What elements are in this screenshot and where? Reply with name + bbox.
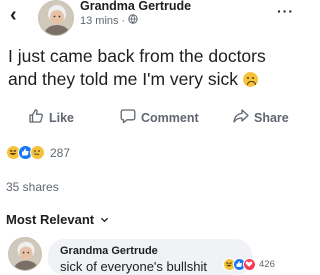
sad-face-icon	[242, 72, 258, 87]
post-author[interactable]: Grandma Gertrude	[80, 0, 191, 13]
like-label: Like	[49, 110, 75, 125]
post-text: I just came back from the doctors and th…	[8, 45, 296, 91]
sad-icon	[30, 145, 45, 160]
comment-reaction-count: 426	[259, 259, 275, 270]
share-count[interactable]: 35 shares	[6, 180, 59, 194]
avatar[interactable]	[38, 0, 74, 36]
post-body: I just came back from the doctors and th…	[8, 46, 266, 89]
reactions-summary[interactable]: 287	[6, 145, 70, 160]
like-button[interactable]: Like	[28, 108, 74, 127]
comment-sort-label: Most Relevant	[6, 212, 95, 227]
comment-icon	[120, 108, 136, 127]
comment-text: sick of everyone's bullshit	[60, 259, 207, 274]
post-header: ‹ Grandma Gertrude 13 mins · ···	[0, 0, 300, 40]
globe-icon	[128, 14, 138, 27]
chevron-down-icon	[100, 212, 109, 227]
love-icon	[243, 258, 256, 271]
share-button[interactable]: Share	[233, 108, 289, 127]
chevron-left-icon[interactable]: ‹	[10, 5, 17, 25]
comment-avatar[interactable]	[8, 237, 42, 271]
comment-label: Comment	[141, 110, 199, 125]
meta-separator: ·	[121, 14, 126, 27]
reaction-count: 287	[50, 145, 71, 160]
share-arrow-icon	[233, 108, 249, 127]
share-label: Share	[254, 110, 289, 125]
more-dots-icon[interactable]: ···	[277, 3, 294, 19]
post-time[interactable]: 13 mins	[80, 15, 119, 27]
comment-author[interactable]: Grandma Gertrude	[60, 245, 158, 257]
action-bar: Like Comment Share	[0, 108, 300, 130]
comment-button[interactable]: Comment	[120, 108, 199, 127]
comment-reactions[interactable]: 426	[223, 258, 275, 271]
post-meta: 13 mins ·	[80, 14, 138, 27]
comment-sort-dropdown[interactable]: Most Relevant	[6, 212, 109, 227]
thumbs-up-icon	[28, 108, 44, 127]
